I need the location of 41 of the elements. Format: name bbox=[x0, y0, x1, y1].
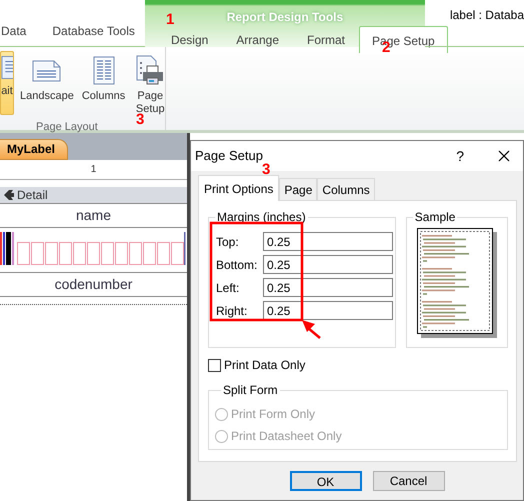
ribbon-tab[interactable]: Format bbox=[293, 31, 360, 53]
group-title: Split Form bbox=[221, 383, 280, 397]
portrait-icon bbox=[1, 54, 13, 81]
radio-label: Print Form Only bbox=[231, 406, 316, 423]
field-label: Left: bbox=[216, 280, 240, 297]
annotation-arrow bbox=[302, 320, 321, 339]
cancel-button[interactable]: Cancel bbox=[372, 471, 444, 491]
field-label: Right: bbox=[216, 303, 248, 320]
ok-button[interactable]: OK bbox=[290, 471, 362, 491]
close-icon[interactable] bbox=[498, 150, 510, 162]
dialog-tab[interactable]: Columns bbox=[317, 178, 375, 200]
document-tab[interactable]: MyLabel bbox=[0, 139, 68, 160]
checkbox[interactable] bbox=[208, 358, 221, 372]
margin-field[interactable]: 0.25 bbox=[263, 232, 393, 251]
margin-field[interactable]: 0.25 bbox=[263, 255, 393, 274]
annotation-number: 3 bbox=[262, 162, 270, 177]
dialog-tab[interactable]: Print Options bbox=[198, 175, 280, 201]
ribbon-tab[interactable]: Arrange bbox=[222, 31, 293, 53]
section-label: Detail bbox=[17, 187, 48, 204]
section-icon bbox=[3, 190, 14, 200]
portrait-button[interactable]: ait bbox=[0, 51, 14, 115]
help-button[interactable]: ? bbox=[456, 146, 464, 166]
margin-field[interactable]: 0.25 bbox=[263, 278, 393, 297]
dialog-tab[interactable]: Page bbox=[279, 178, 318, 200]
annotation-number: 3 bbox=[136, 112, 144, 127]
margin-field[interactable]: 0.25 bbox=[263, 301, 393, 320]
ruler-number: 1 bbox=[90, 163, 96, 177]
ribbon-tab[interactable]: Database Tools bbox=[52, 22, 135, 43]
field-label: Bottom: bbox=[216, 257, 258, 274]
ribbon-tab[interactable]: Data bbox=[1, 22, 26, 43]
landscape-button[interactable]: Landscape bbox=[18, 51, 76, 119]
checkbox-label: Print Data Only bbox=[224, 357, 306, 374]
contextual-group-title: Report Design Tools bbox=[226, 9, 344, 26]
ribbon-tab[interactable]: Design bbox=[156, 31, 222, 53]
field-label: Top: bbox=[216, 234, 240, 251]
dialog-title: Page Setup bbox=[195, 147, 263, 164]
columns-button[interactable]: Columns bbox=[80, 51, 128, 119]
radio-label: Print Datasheet Only bbox=[231, 428, 342, 445]
group-label: Page Layout bbox=[36, 120, 98, 135]
annotation-number: 1 bbox=[166, 12, 174, 27]
group-title: Sample bbox=[412, 210, 458, 224]
